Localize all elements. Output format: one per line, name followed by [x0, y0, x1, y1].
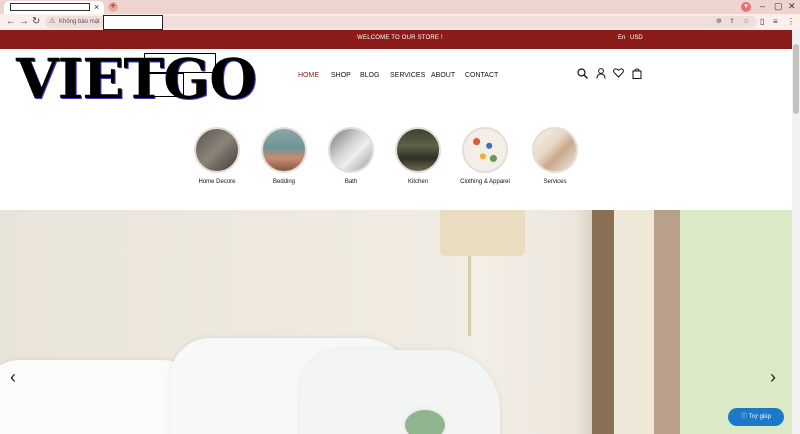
close-window-icon[interactable]: ✕: [788, 0, 796, 12]
bookmark-star-icon[interactable]: ☆: [743, 16, 749, 28]
category-label: Bath: [344, 179, 358, 185]
profile-icon[interactable]: ▾: [741, 2, 751, 12]
tab-close-icon[interactable]: ×: [94, 1, 99, 13]
hero-pillow: [300, 350, 500, 434]
address-bar[interactable]: ⚠ Không bảo mật ⊕ ⇪ ☆: [45, 15, 757, 30]
logo-overlay-box: [144, 73, 184, 97]
category-image: [395, 127, 441, 173]
hero-curtain: [654, 210, 680, 434]
category-home-decore[interactable]: Home Decore: [187, 127, 247, 185]
category-kitchen[interactable]: Kitchen: [388, 127, 448, 185]
category-label: Bedding: [272, 179, 296, 185]
slider-next-arrow-icon[interactable]: ›: [770, 368, 776, 386]
hero-lamp-stem: [468, 256, 471, 336]
url-redacted: [103, 15, 163, 30]
site-logo[interactable]: VIETGO: [16, 51, 257, 107]
side-panel-icon[interactable]: ▯: [760, 15, 764, 29]
nav-about[interactable]: ABOUT: [431, 72, 455, 79]
help-chat-button[interactable]: ⓘ Trợ giúp: [728, 408, 784, 426]
reload-icon[interactable]: ↻: [32, 15, 40, 29]
category-bath[interactable]: Bath: [321, 127, 381, 185]
browser-tab-strip: × + ▾ – ▢ ✕: [0, 0, 800, 14]
category-image: [462, 127, 508, 173]
category-image: [532, 127, 578, 173]
nav-blog[interactable]: BLOG: [360, 72, 379, 79]
nav-home[interactable]: HOME: [298, 72, 319, 79]
category-label: Services: [543, 179, 567, 185]
nav-shop[interactable]: SHOP: [331, 72, 351, 79]
nav-services[interactable]: SERVICES: [390, 72, 425, 79]
category-image: [194, 127, 240, 173]
account-icon[interactable]: [596, 68, 606, 83]
announcement-text: WELCOME TO OUR STORE !: [357, 35, 443, 41]
category-services[interactable]: Services: [525, 127, 585, 185]
hero-curtain: [592, 210, 614, 434]
install-icon[interactable]: ⊕: [716, 16, 722, 28]
site-header: VIETGO HOME SHOP BLOG SERVICES ABOUT CON…: [0, 49, 800, 107]
hero-window: [680, 210, 800, 434]
extensions-icon[interactable]: ≡: [773, 15, 778, 29]
logo-overlay-box: [144, 53, 216, 73]
page-scrollbar[interactable]: [792, 30, 800, 434]
wishlist-heart-icon[interactable]: [613, 68, 624, 82]
help-question-icon: ⓘ: [741, 414, 749, 420]
tab-title-redacted: [10, 3, 90, 11]
category-bedding[interactable]: Bedding: [254, 127, 314, 185]
cart-bag-icon[interactable]: [632, 68, 642, 83]
security-label[interactable]: Không bảo mật: [59, 17, 100, 27]
category-image: [328, 127, 374, 173]
menu-icon[interactable]: ⋮: [787, 15, 795, 29]
category-image: [261, 127, 307, 173]
hero-curtain: [614, 210, 654, 434]
maximize-icon[interactable]: ▢: [774, 0, 783, 12]
nav-contact[interactable]: CONTACT: [465, 72, 498, 79]
help-label: Trợ giúp: [748, 414, 771, 420]
browser-tab[interactable]: ×: [4, 1, 104, 14]
category-row: Home Decore Bedding Bath Kitchen Clothin…: [0, 127, 800, 191]
scrollbar-thumb[interactable]: [793, 44, 799, 114]
minimize-icon[interactable]: –: [760, 0, 765, 12]
category-label: Kitchen: [407, 179, 428, 185]
forward-icon[interactable]: →: [19, 15, 29, 29]
category-label: Home Decore: [198, 179, 236, 185]
hero-lamp-shade: [440, 210, 525, 256]
hero-plant-leaf: [405, 410, 445, 434]
category-clothing-apparel[interactable]: Clothing & Apparel: [455, 127, 515, 185]
hero-slider: ‹ › ⓘ Trợ giúp: [0, 210, 800, 434]
browser-toolbar: ← → ↻ ⚠ Không bảo mật ⊕ ⇪ ☆ ▯ ≡ ⋮: [0, 14, 800, 30]
warning-icon[interactable]: ⚠: [49, 17, 55, 27]
share-icon[interactable]: ⇪: [729, 16, 735, 28]
language-selector[interactable]: En: [618, 35, 625, 41]
new-tab-button[interactable]: +: [108, 2, 118, 12]
category-label: Clothing & Apparel: [460, 179, 510, 185]
slider-prev-arrow-icon[interactable]: ‹: [10, 368, 16, 386]
currency-selector[interactable]: USD: [630, 35, 643, 41]
back-icon[interactable]: ←: [6, 15, 16, 29]
search-icon[interactable]: [577, 68, 588, 83]
